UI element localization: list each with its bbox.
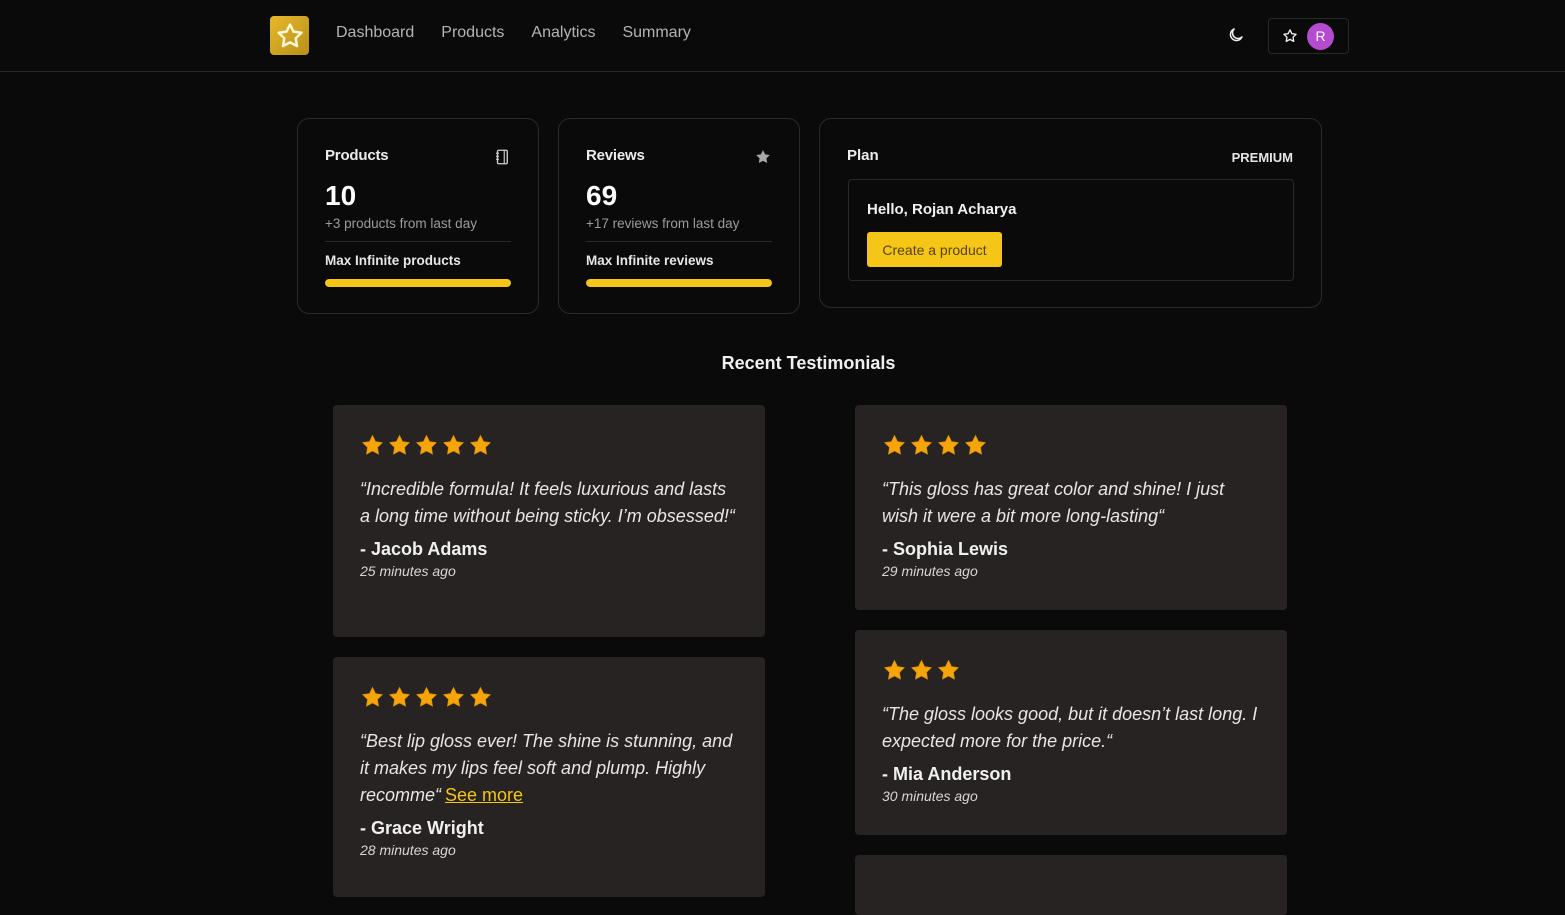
testimonial-quote: “Best lip gloss ever! The shine is stunn… <box>360 728 738 809</box>
star-filled-icon <box>911 434 932 455</box>
testimonial-author: - Grace Wright <box>360 818 484 838</box>
plan-card: Plan PREMIUM Hello, Rojan Acharya Create… <box>819 118 1322 308</box>
star-filled-icon <box>470 686 491 707</box>
star-filled-icon <box>938 434 959 455</box>
star-icon <box>756 150 770 164</box>
testimonial-card: “Best lip gloss ever! The shine is stunn… <box>333 657 765 897</box>
products-change: +3 products from last day <box>325 216 477 231</box>
testimonial-author: - Mia Anderson <box>882 764 1012 784</box>
reviews-change: +17 reviews from last day <box>586 216 740 231</box>
reviews-stat-card: Reviews 69 +17 reviews from last day Max… <box>558 118 800 314</box>
reviews-progress-fill <box>586 279 772 287</box>
star-filled-icon <box>362 434 383 455</box>
reviews-card-title: Reviews <box>586 147 645 164</box>
divider <box>325 241 511 242</box>
reviews-max-label: Max Infinite reviews <box>586 253 714 268</box>
star-filled-icon <box>443 686 464 707</box>
testimonial-card-partial <box>855 855 1287 915</box>
testimonial-time: 25 minutes ago <box>360 563 456 579</box>
star-rating <box>882 431 1260 459</box>
user-menu[interactable]: R <box>1268 18 1349 54</box>
products-count: 10 <box>325 180 357 211</box>
star-filled-icon <box>884 659 905 680</box>
testimonial-time: 28 minutes ago <box>360 842 456 858</box>
star-filled-icon <box>911 659 932 680</box>
star-filled-icon <box>884 434 905 455</box>
star-filled-icon <box>443 434 464 455</box>
products-progress-bar <box>325 279 511 287</box>
nav-link-summary[interactable]: Summary <box>622 24 690 42</box>
star-outline-icon[interactable] <box>1282 28 1298 44</box>
welcome-panel: Hello, Rojan Acharya Create a product <box>848 179 1294 281</box>
star-filled-icon <box>416 686 437 707</box>
top-navbar: Dashboard Products Analytics Summary R <box>0 0 1565 72</box>
star-filled-icon <box>362 686 383 707</box>
avatar[interactable]: R <box>1307 22 1334 50</box>
testimonial-card: “The gloss looks good, but it doesn’t la… <box>855 630 1287 835</box>
see-more-link[interactable]: See more <box>445 785 523 805</box>
app-logo[interactable] <box>270 16 309 55</box>
products-card-title: Products <box>325 147 389 164</box>
testimonial-card: “Incredible formula! It feels luxurious … <box>333 405 765 637</box>
star-filled-icon <box>470 434 491 455</box>
testimonial-quote-text: “Best lip gloss ever! The shine is stunn… <box>360 731 733 805</box>
testimonial-quote: “The gloss looks good, but it doesn’t la… <box>882 704 1258 751</box>
nav-link-products[interactable]: Products <box>441 24 504 42</box>
star-filled-icon <box>389 434 410 455</box>
testimonial-card: “This gloss has great color and shine! I… <box>855 405 1287 610</box>
testimonial-time: 29 minutes ago <box>882 563 978 579</box>
star-rating <box>360 431 738 459</box>
products-progress-fill <box>325 279 511 287</box>
divider <box>586 241 772 242</box>
star-rating <box>882 656 1260 684</box>
star-rating <box>360 683 738 711</box>
star-filled-icon <box>389 686 410 707</box>
star-filled-icon <box>938 659 959 680</box>
testimonial-time: 30 minutes ago <box>882 788 978 804</box>
star-filled-icon <box>965 434 986 455</box>
testimonial-author: - Jacob Adams <box>360 539 488 559</box>
plan-title: Plan <box>847 147 879 164</box>
testimonials-heading: Recent Testimonials <box>721 353 896 373</box>
testimonial-quote: “Incredible formula! It feels luxurious … <box>360 479 735 526</box>
main-nav: Dashboard Products Analytics Summary <box>336 24 691 42</box>
theme-toggle-button[interactable] <box>1225 24 1247 46</box>
nav-link-dashboard[interactable]: Dashboard <box>336 24 414 42</box>
moon-icon <box>1229 28 1243 42</box>
reviews-count: 69 <box>586 180 618 211</box>
reviews-progress-bar <box>586 279 772 287</box>
create-product-button[interactable]: Create a product <box>867 232 1002 267</box>
nav-link-analytics[interactable]: Analytics <box>531 24 595 42</box>
products-stat-card: Products 10 +3 products from last day Ma… <box>297 118 539 314</box>
testimonial-author: - Sophia Lewis <box>882 539 1009 559</box>
products-max-label: Max Infinite products <box>325 253 461 268</box>
plan-badge: PREMIUM <box>1231 150 1293 165</box>
greeting-text: Hello, Rojan Acharya <box>867 201 1017 218</box>
star-filled-icon <box>416 434 437 455</box>
star-logo-icon <box>276 22 303 47</box>
notebook-icon <box>496 149 508 165</box>
testimonial-quote: “This gloss has great color and shine! I… <box>882 479 1225 526</box>
